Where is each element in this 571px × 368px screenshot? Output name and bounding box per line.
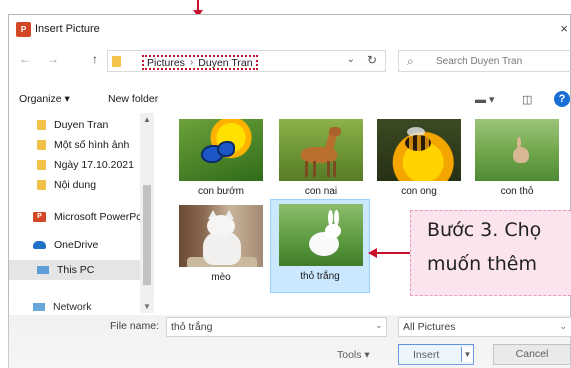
file-thumbnail-con-ong[interactable]: con ong (369, 115, 469, 209)
cloud-icon (33, 241, 46, 249)
sidebar-item-label: OneDrive (54, 239, 99, 251)
breadcrumb-separator-icon: › (189, 57, 194, 68)
file-thumbnail-con-tho[interactable]: con thỏ (467, 115, 567, 209)
close-icon[interactable]: × (560, 21, 568, 36)
powerpoint-app-icon: P (16, 21, 31, 37)
file-name-label: con bướm (197, 186, 245, 197)
sidebar-item-label: Một số hình ảnh (54, 139, 130, 151)
organize-button[interactable]: Organize ▾ (19, 93, 70, 105)
sidebar-item-label: Duyen Tran (54, 119, 109, 131)
sidebar-item-label: Microsoft PowerPc (54, 211, 142, 223)
dialog-footer: File name: thỏ trắng ⌄ All Pictures ⌄ To… (9, 315, 571, 368)
forward-arrow-icon[interactable]: → (47, 52, 59, 66)
rabbit-body-shape (513, 147, 529, 163)
cat-image (179, 205, 263, 267)
refresh-icon[interactable]: ↻ (367, 53, 377, 67)
rabbit-head-shape (325, 224, 341, 238)
deer-leg-shape (305, 161, 308, 177)
toolbar: Organize ▾ New folder ▬ ▾ ◫ ? (9, 90, 570, 110)
file-name-input[interactable]: thỏ trắng (166, 317, 387, 337)
insert-button-label: Insert (413, 349, 440, 361)
search-placeholder: Search Duyen Tran (436, 56, 523, 67)
file-name-label: File name: (110, 320, 160, 332)
chevron-down-icon[interactable]: ⌄ (347, 54, 355, 65)
chevron-down-icon: ⌄ (559, 321, 567, 331)
deer-image (279, 119, 363, 181)
powerpoint-icon: P (33, 212, 46, 222)
sidebar-item-label: Network (53, 301, 92, 313)
butterfly-image (179, 119, 263, 181)
search-icon: ⌕ (407, 54, 414, 68)
insert-picture-dialog: P Insert Picture × ← → ↑ Pictures › Duye… (8, 14, 571, 368)
file-thumbnail-con-nai[interactable]: con nai (271, 115, 371, 209)
help-icon[interactable]: ? (554, 91, 570, 107)
callout-line-2: muốn thêm (427, 253, 537, 275)
folder-icon (37, 160, 46, 170)
network-icon (33, 303, 45, 311)
file-name-label: thỏ trắng (300, 271, 340, 282)
sidebar-item-duyen-tran[interactable]: Duyen Tran (37, 115, 108, 135)
deer-head-shape (329, 127, 341, 136)
bee-image (377, 119, 461, 181)
back-arrow-icon[interactable]: ← (19, 52, 31, 66)
callout-line-1: Bước 3. Chọ (427, 219, 542, 241)
file-type-select[interactable]: All Pictures ⌄ (398, 317, 571, 337)
title-bar: P Insert Picture × (9, 15, 570, 43)
file-name-label: mèo (211, 272, 231, 283)
breadcrumb-item-pictures[interactable]: Pictures (147, 57, 185, 69)
preview-pane-icon[interactable]: ◫ (522, 93, 532, 106)
new-folder-button[interactable]: New folder (108, 93, 158, 105)
file-thumbnail-meo[interactable]: mèo (171, 201, 271, 295)
address-bar[interactable]: Pictures › Duyen Tran ⌄ ↻ (107, 50, 386, 72)
file-name-label: con ong (401, 186, 437, 197)
file-name-label: con thỏ (500, 186, 534, 197)
bee-body-shape (405, 135, 431, 151)
sidebar-item-onedrive[interactable]: OneDrive (33, 235, 98, 255)
sidebar-item-this-pc[interactable]: This PC (9, 260, 140, 280)
sidebar-item-label: This PC (57, 264, 95, 276)
dialog-title: Insert Picture (35, 23, 100, 35)
folder-icon (112, 56, 121, 67)
cancel-button[interactable]: Cancel (493, 344, 571, 365)
file-thumbnail-tho-trang[interactable]: thỏ trắng (270, 199, 370, 293)
search-input[interactable]: ⌕ Search Duyen Tran (398, 50, 571, 72)
sidebar-item-label: Nội dung (54, 179, 97, 191)
pc-icon (37, 266, 49, 274)
tools-button[interactable]: Tools ▾ (337, 349, 370, 361)
breadcrumb: Pictures › Duyen Tran (142, 55, 258, 70)
scrollbar-thumb[interactable] (143, 185, 151, 285)
deer-leg-shape (333, 161, 336, 177)
step-callout: Bước 3. Chọ muốn thêm (410, 210, 571, 296)
file-type-value: All Pictures (403, 321, 456, 333)
chevron-down-icon[interactable]: ⌄ (375, 320, 383, 331)
deer-leg-shape (313, 161, 316, 177)
sidebar-item-ngay[interactable]: Ngày 17.10.2021 (37, 155, 134, 175)
navigation-pane: Duyen Tran Một số hình ảnh Ngày 17.10.20… (9, 113, 154, 313)
file-name-label: con nai (304, 186, 338, 197)
cat-head-shape (207, 215, 235, 237)
annotation-arrow-left-line (376, 252, 410, 254)
sidebar-item-label: Ngày 17.10.2021 (54, 159, 134, 171)
view-options-icon[interactable]: ▬ ▾ (475, 93, 495, 106)
sidebar-item-noi-dung[interactable]: Nội dung (37, 175, 96, 195)
sidebar-item-network[interactable]: Network (33, 297, 92, 313)
insert-dropdown-arrow-icon[interactable]: ▼ (461, 347, 473, 362)
scroll-down-icon[interactable]: ▼ (143, 302, 151, 311)
sidebar-item-microsoft-powerpoint[interactable]: P Microsoft PowerPc (33, 207, 142, 227)
sidebar-scrollbar[interactable]: ▲ ▼ (140, 113, 154, 313)
rabbit-image (475, 119, 559, 181)
scroll-up-icon[interactable]: ▲ (143, 115, 151, 124)
file-thumbnail-con-buom[interactable]: con bướm (171, 115, 271, 209)
insert-button[interactable]: Insert ▼ (398, 344, 474, 365)
butterfly-wing-shape (217, 141, 235, 157)
up-arrow-icon[interactable]: ↑ (92, 52, 98, 66)
breadcrumb-item-duyen-tran[interactable]: Duyen Tran (198, 57, 252, 69)
white-rabbit-image (279, 204, 363, 266)
folder-icon (37, 140, 46, 150)
folder-icon (37, 120, 46, 130)
address-row: ← → ↑ Pictures › Duyen Tran ⌄ ↻ ⌕ Search… (9, 48, 571, 74)
sidebar-item-mot-so-hinh-anh[interactable]: Một số hình ảnh (37, 135, 129, 155)
folder-icon (37, 180, 46, 190)
deer-leg-shape (327, 161, 330, 177)
